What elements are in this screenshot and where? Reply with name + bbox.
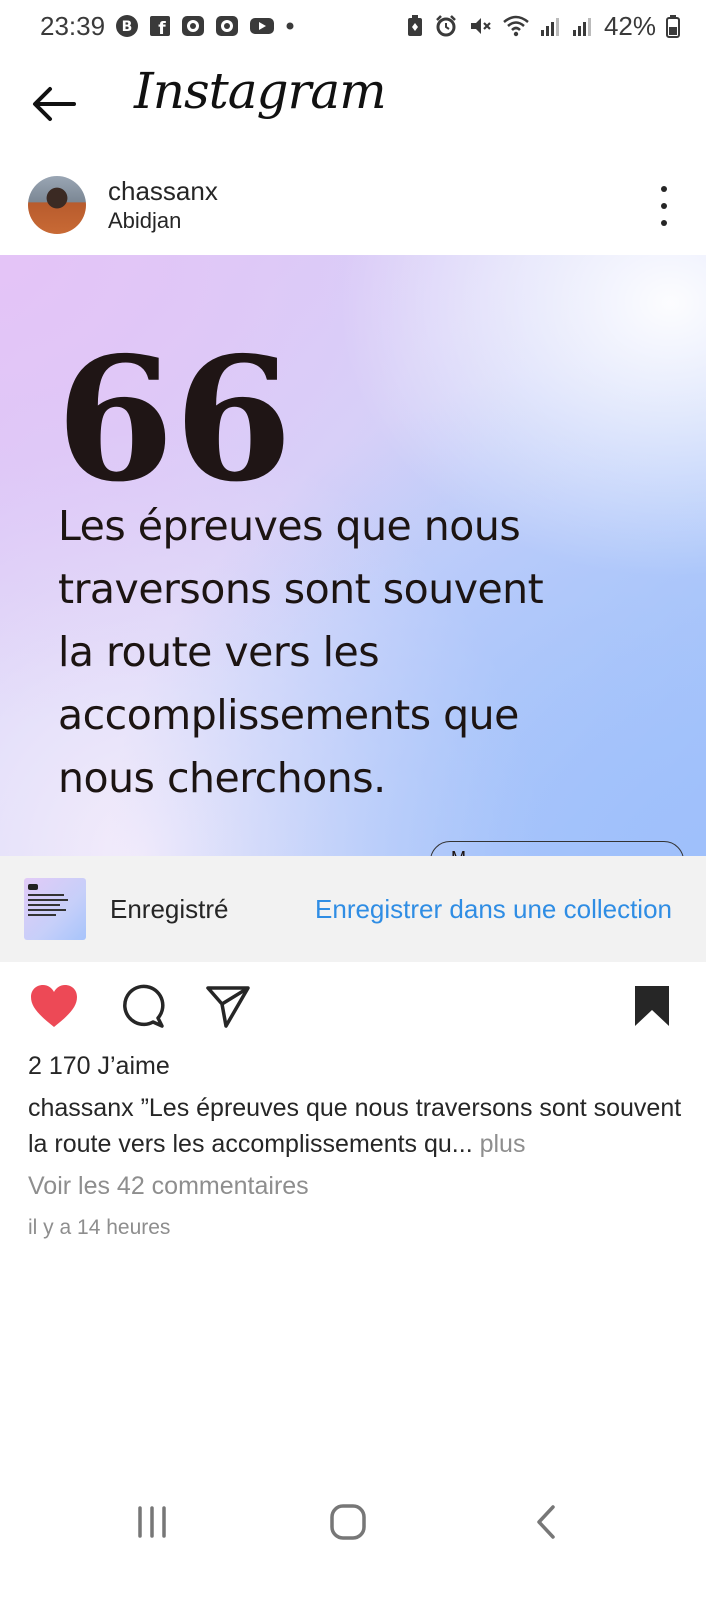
save-button[interactable] <box>626 980 678 1032</box>
author-pill-text: M... <box>451 848 481 856</box>
comment-icon <box>123 984 165 1028</box>
battery-percent: 42% <box>603 10 656 41</box>
post-timestamp: il y a 14 heures <box>28 1216 171 1239</box>
mute-icon <box>468 14 492 38</box>
post-image[interactable]: 66 Les épreuves que nous traversons sont… <box>0 255 706 856</box>
comment-button[interactable] <box>116 980 168 1032</box>
top-bar: Instagram <box>0 52 720 152</box>
saved-bar: Enregistré Enregistrer dans une collecti… <box>0 856 706 962</box>
more-vertical-icon <box>661 186 667 192</box>
signal-icon <box>540 15 562 37</box>
like-button[interactable] <box>28 980 80 1032</box>
dot-icon <box>285 21 295 31</box>
status-left: 23:39 B f <box>40 11 295 42</box>
heart-filled-icon <box>31 985 77 1027</box>
quote-line: nous cherchons. <box>58 754 386 802</box>
post-username[interactable]: chassanx <box>108 176 218 207</box>
signal-icon <box>572 15 594 37</box>
send-icon <box>206 986 250 1028</box>
b-badge-icon: B <box>115 14 139 38</box>
caption-ellipsis: ... <box>451 1130 473 1158</box>
saved-label: Enregistré <box>110 894 229 924</box>
messenger-icon <box>181 15 205 37</box>
status-bar: 23:39 B f 42% <box>0 0 720 52</box>
home-icon <box>330 1504 366 1540</box>
youtube-icon <box>249 16 275 36</box>
quote-text: Les épreuves que nous traversons sont so… <box>58 495 658 810</box>
more-options-button[interactable] <box>652 186 676 226</box>
post-actions <box>0 978 720 1038</box>
view-comments-link[interactable]: Voir les 42 commentaires <box>28 1172 309 1201</box>
instagram-logo: Instagram <box>134 62 387 120</box>
facebook-icon: f <box>149 15 171 37</box>
save-to-collection-link[interactable]: Enregistrer dans une collection <box>315 894 672 925</box>
battery-saver-icon <box>406 14 424 38</box>
system-back-button[interactable] <box>516 1496 576 1548</box>
back-chevron-icon <box>537 1505 555 1539</box>
quote-line: la route vers les <box>58 628 380 676</box>
alarm-icon <box>434 14 458 38</box>
bookmark-filled-icon <box>635 986 669 1026</box>
more-vertical-icon <box>661 203 667 209</box>
home-button[interactable] <box>318 1496 378 1548</box>
likes-count[interactable]: 2 170 J’aime <box>28 1052 170 1081</box>
avatar[interactable] <box>28 176 86 234</box>
quote-line: Les épreuves que nous <box>58 502 521 550</box>
arrow-left-icon <box>33 87 76 121</box>
messenger-icon <box>215 15 239 37</box>
svg-text:f: f <box>158 19 166 37</box>
author-pill: M... <box>430 841 684 856</box>
back-button[interactable] <box>28 78 80 130</box>
recents-button[interactable] <box>122 1496 182 1548</box>
quote-line: accomplissements que <box>58 691 519 739</box>
status-right: 42% <box>406 11 680 42</box>
recents-icon <box>138 1506 166 1538</box>
quote-mark: 66 <box>56 320 293 520</box>
wifi-icon <box>502 14 530 38</box>
quote-line: traversons sont souvent <box>58 565 544 613</box>
more-vertical-icon <box>661 220 667 226</box>
svg-text:B: B <box>122 19 133 35</box>
system-nav-bar <box>0 1490 720 1554</box>
status-time: 23:39 <box>40 10 106 41</box>
post-location[interactable]: Abidjan <box>108 208 181 234</box>
post-header: chassanx Abidjan <box>0 166 720 246</box>
battery-icon <box>666 14 680 38</box>
saved-thumbnail <box>24 878 86 940</box>
caption-username[interactable]: chassanx <box>28 1094 134 1122</box>
caption-more-link[interactable]: plus <box>473 1130 526 1158</box>
caption: chassanx ”Les épreuves que nous traverso… <box>28 1090 692 1162</box>
share-button[interactable] <box>202 980 254 1032</box>
